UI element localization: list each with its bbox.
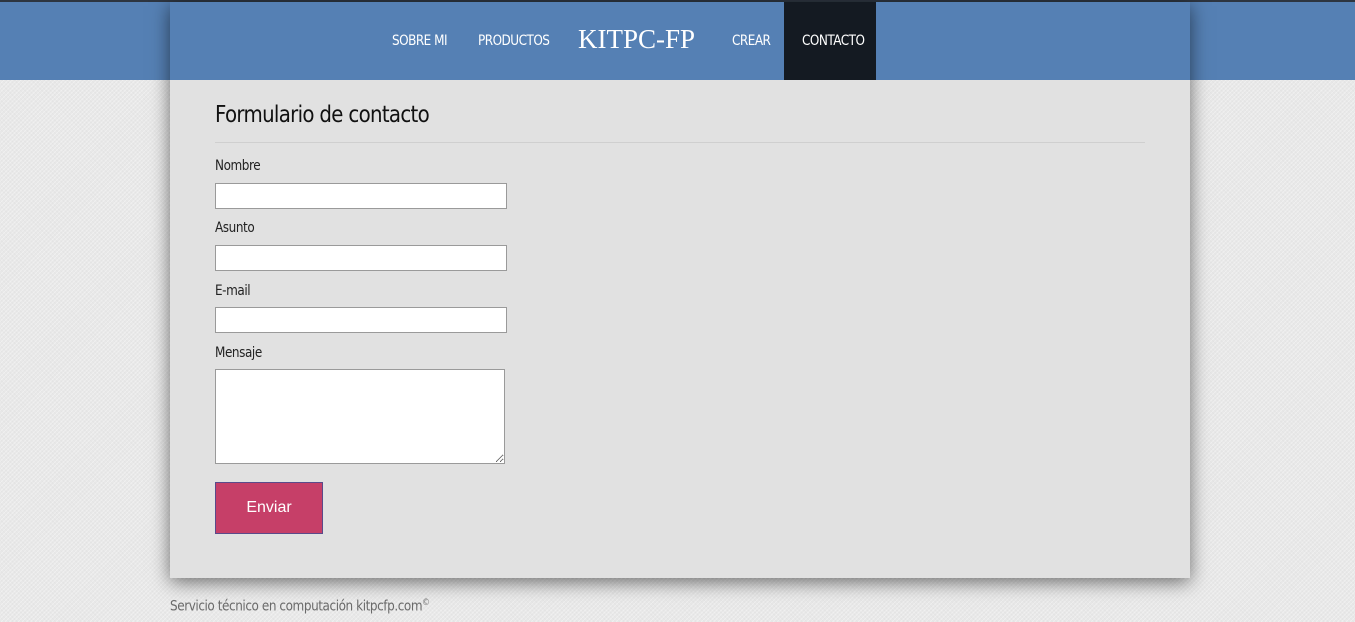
asunto-label: Asunto xyxy=(215,220,255,236)
email-input[interactable] xyxy=(215,307,507,333)
nombre-input[interactable] xyxy=(215,183,507,209)
enviar-button[interactable]: Enviar xyxy=(215,482,323,534)
asunto-input[interactable] xyxy=(215,245,507,271)
copyright-mark: © xyxy=(422,598,430,608)
mensaje-label: Mensaje xyxy=(215,345,262,361)
main-nav: SOBRE MI PRODUCTOS KITPC-FP CREAR CONTAC… xyxy=(170,2,1190,80)
nav-item-crear[interactable]: CREAR xyxy=(732,2,771,80)
nav-item-contacto[interactable]: CONTACTO xyxy=(802,2,865,80)
page-title: Formulario de contacto xyxy=(215,102,430,128)
site-brand[interactable]: KITPC-FP xyxy=(578,2,695,76)
page-card: SOBRE MI PRODUCTOS KITPC-FP CREAR CONTAC… xyxy=(170,2,1190,578)
title-divider xyxy=(215,142,1145,143)
nav-item-productos[interactable]: PRODUCTOS xyxy=(478,2,550,80)
nombre-label: Nombre xyxy=(215,158,261,174)
email-label: E-mail xyxy=(215,283,251,299)
nav-item-sobre-mi[interactable]: SOBRE MI xyxy=(392,2,448,80)
footer-text: Servicio técnico en computación kitpcfp.… xyxy=(170,598,430,615)
footer-copy: Servicio técnico en computación kitpcfp.… xyxy=(170,598,423,615)
mensaje-textarea[interactable] xyxy=(215,369,505,464)
